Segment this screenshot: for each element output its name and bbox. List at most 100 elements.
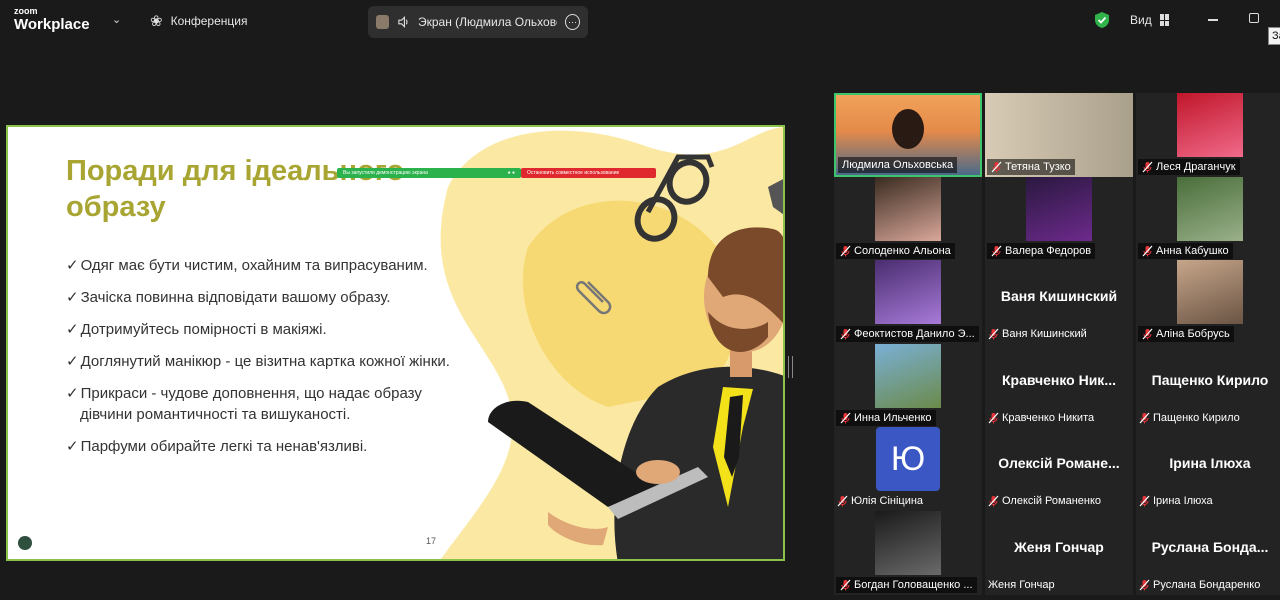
share-status-icons: ● ● (507, 170, 515, 176)
participant-tile[interactable]: Людмила Ольховська (834, 93, 982, 177)
security-shield-icon[interactable] (1094, 11, 1110, 29)
bullet-item: Доглянутий манікюр - це візитна картка к… (66, 351, 461, 372)
more-options-icon[interactable]: ⋯ (565, 14, 581, 30)
participant-display-name: Руслана Бонда... (1151, 538, 1269, 555)
chevron-down-icon[interactable]: ⌄ (112, 13, 121, 26)
participant-gallery: Людмила Ольховська Тетяна Тузко Леся Драга… (834, 93, 1280, 597)
participant-tile[interactable]: Руслана Бонда... Руслана Бондаренко (1136, 510, 1280, 595)
participant-display-name: Женя Гончар (1014, 538, 1104, 555)
participant-name: Анна Кабушко (1156, 244, 1229, 257)
participant-tile[interactable]: Олексій Романе... Олексій Романенко (985, 427, 1133, 511)
panel-splitter-handle[interactable] (788, 356, 793, 378)
mic-muted-icon (1139, 495, 1150, 507)
participant-tile[interactable]: Анна Кабушко (1136, 176, 1280, 261)
participant-display-name: Пащенко Кирило (1151, 371, 1269, 388)
participant-tile[interactable]: Валера Федоров (985, 176, 1133, 261)
gallery-view-icon (1159, 14, 1170, 26)
participant-name-label: Олексій Романенко (988, 493, 1131, 509)
participant-name: Руслана Бондаренко (1153, 578, 1261, 591)
participant-name: Валера Федоров (1005, 244, 1092, 257)
mic-muted-icon (840, 412, 851, 423)
participant-name-label: Леся Драганчук (1138, 159, 1240, 175)
minimize-button[interactable] (1208, 19, 1218, 21)
participant-tile[interactable]: Женя Гончар Женя Гончар (985, 510, 1133, 595)
view-label: Вид (1130, 13, 1152, 27)
participant-display-name: Олексій Романе... (998, 455, 1120, 471)
participant-name: Инна Ильченко (854, 411, 932, 424)
mic-muted-icon (988, 328, 999, 340)
participant-name: Аліна Бобрусь (1156, 328, 1230, 340)
participant-name-label: Феоктистов Данило Э... (836, 326, 979, 342)
participant-name-label: Валера Федоров (987, 242, 1096, 259)
participant-tile[interactable]: Ваня Кишинский Ваня Кишинский (985, 260, 1133, 344)
participant-tile[interactable]: Феоктистов Данило Э... (834, 260, 982, 344)
participant-display-name: Кравченко Ник... (1002, 371, 1116, 388)
screen-share-pill[interactable]: Экран (Людмила Ольховська) ⋯ (368, 6, 588, 38)
mic-muted-icon (840, 579, 851, 590)
participant-name: Тетяна Тузко (1005, 161, 1071, 173)
participant-tile[interactable]: Инна Ильченко (834, 343, 982, 428)
participant-tile[interactable]: Богдан Головащенко ... (834, 510, 982, 595)
participant-name-label: Тетяна Тузко (987, 159, 1075, 175)
participant-name-label: Солоденко Альона (836, 242, 955, 259)
bullet-item: Зачіска повинна відповідати вашому образ… (66, 287, 461, 308)
participant-name-label: Юлія Сініцина (837, 493, 980, 509)
bullet-item: Парфуми обирайте легкі та ненав'язливі. (66, 436, 461, 457)
mic-muted-icon (988, 412, 999, 423)
maximize-button[interactable] (1249, 13, 1259, 23)
participant-name-label: Людмила Ольховська (838, 157, 958, 173)
title-bar: zoom Workplace ⌄ ❀ Конференция Экран (Лю… (0, 0, 1280, 45)
share-label: Экран (Людмила Ольховська) (417, 15, 557, 29)
mic-muted-icon (991, 161, 1002, 173)
slide-logo (18, 536, 32, 550)
share-status-text: Вы запустили демонстрацию экрана (343, 170, 428, 176)
tooltip: За (1268, 27, 1280, 45)
participant-name: Солоденко Альона (854, 244, 951, 257)
participant-name-label: Руслана Бондаренко (1139, 577, 1280, 593)
meeting-info[interactable]: ❀ Конференция (150, 12, 247, 30)
mic-muted-icon (988, 495, 999, 507)
participant-name: Ірина Ілюха (1153, 495, 1213, 507)
participant-name-label: Кравченко Никита (988, 410, 1131, 426)
mic-muted-icon (1142, 328, 1153, 340)
participant-name-label: Пащенко Кирило (1139, 410, 1280, 426)
participant-name: Кравченко Никита (1002, 411, 1095, 424)
participant-name-label: Женя Гончар (988, 577, 1131, 593)
mic-muted-icon (837, 495, 848, 507)
paw-icon: ❀ (150, 13, 163, 30)
participant-tile[interactable]: Солоденко Альона (834, 176, 982, 261)
mic-muted-icon (1139, 412, 1150, 423)
shared-screen-slide[interactable]: Поради для ідеального образу Одяг має бу… (6, 125, 785, 561)
view-button[interactable]: Вид (1130, 13, 1170, 27)
participant-name-label: Богдан Головащенко ... (836, 576, 977, 593)
participant-name: Богдан Головащенко ... (854, 578, 973, 591)
participant-tile[interactable]: Ю Юлія Сініцина (834, 427, 982, 511)
logo-small-text: zoom (14, 6, 38, 16)
mic-muted-icon (1142, 161, 1153, 173)
zoom-workplace-logo[interactable]: zoom Workplace (14, 6, 90, 33)
participant-video (875, 510, 941, 575)
slide-page-number: 17 (426, 536, 437, 546)
stop-share-button[interactable]: Остановить совместное использование (521, 168, 656, 178)
participant-name: Ваня Кишинский (1002, 328, 1087, 340)
bullet-item: Одяг має бути чистим, охайним та випрасу… (66, 255, 461, 276)
participant-display-name: Ірина Ілюха (1169, 455, 1251, 471)
participant-name-label: Ваня Кишинский (988, 326, 1131, 342)
participant-tile[interactable]: Ірина Ілюха Ірина Ілюха (1136, 427, 1280, 511)
participant-video (1177, 93, 1243, 157)
participant-name: Леся Драганчук (1156, 161, 1236, 173)
participant-name-label: Анна Кабушко (1138, 242, 1233, 259)
participant-video (875, 176, 941, 241)
bullet-item: Дотримуйтесь помірності в макіяжі. (66, 319, 461, 340)
participant-tile[interactable]: Леся Драганчук (1136, 93, 1280, 177)
speaker-icon[interactable] (397, 15, 410, 29)
participant-name: Женя Гончар (988, 578, 1055, 591)
mic-muted-icon (991, 245, 1002, 256)
slide-bullet-list: Одяг має бути чистим, охайним та випрасу… (66, 255, 461, 468)
meeting-title: Конференция (170, 14, 248, 28)
mic-muted-icon (840, 328, 851, 340)
participant-tile[interactable]: Аліна Бобрусь (1136, 260, 1280, 344)
participant-tile[interactable]: Тетяна Тузко (985, 93, 1133, 177)
participant-tile[interactable]: Пащенко Кирило Пащенко Кирило (1136, 343, 1280, 428)
participant-tile[interactable]: Кравченко Ник... Кравченко Никита (985, 343, 1133, 428)
